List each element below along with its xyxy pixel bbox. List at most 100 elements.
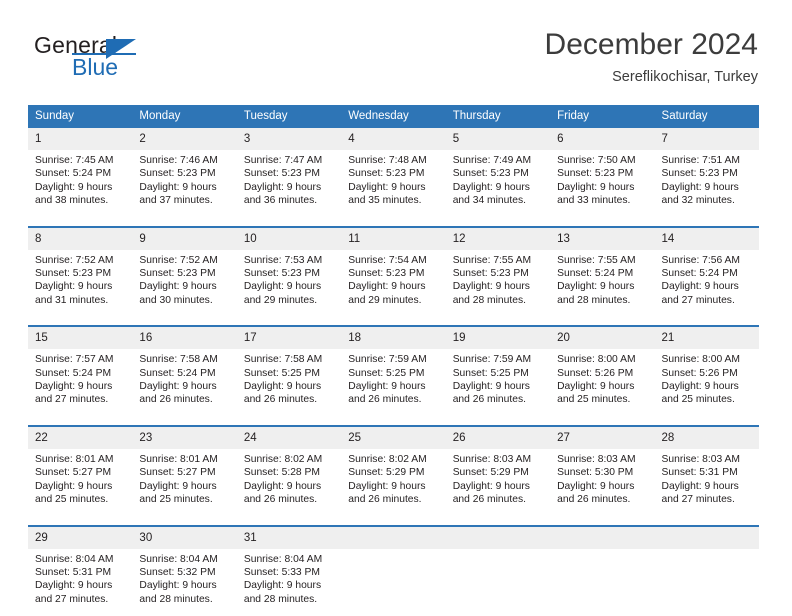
day-cell[interactable]: 6 Sunrise: 7:50 AM Sunset: 5:23 PM Dayli… <box>550 128 654 218</box>
sunrise-text: Sunrise: 7:58 AM <box>139 353 230 366</box>
daylight-text-line2: and 25 minutes. <box>139 493 230 506</box>
day-cell[interactable]: 22 Sunrise: 8:01 AM Sunset: 5:27 PM Dayl… <box>28 427 132 517</box>
day-cell[interactable]: 2 Sunrise: 7:46 AM Sunset: 5:23 PM Dayli… <box>132 128 236 218</box>
day-details: Sunrise: 7:51 AM Sunset: 5:23 PM Dayligh… <box>655 150 759 208</box>
daylight-text-line1: Daylight: 9 hours <box>662 480 753 493</box>
day-cell[interactable]: 11 Sunrise: 7:54 AM Sunset: 5:23 PM Dayl… <box>341 228 445 318</box>
day-cell[interactable]: 9 Sunrise: 7:52 AM Sunset: 5:23 PM Dayli… <box>132 228 236 318</box>
general-blue-logo[interactable]: General Blue <box>34 32 254 90</box>
day-number: 21 <box>655 327 759 349</box>
day-details: Sunrise: 7:57 AM Sunset: 5:24 PM Dayligh… <box>28 349 132 407</box>
daylight-text-line1: Daylight: 9 hours <box>453 181 544 194</box>
day-cell[interactable]: 28 Sunrise: 8:03 AM Sunset: 5:31 PM Dayl… <box>655 427 759 517</box>
week-row: 22 Sunrise: 8:01 AM Sunset: 5:27 PM Dayl… <box>28 425 759 517</box>
sunset-text: Sunset: 5:30 PM <box>557 466 648 479</box>
day-cell[interactable]: 10 Sunrise: 7:53 AM Sunset: 5:23 PM Dayl… <box>237 228 341 318</box>
day-cell[interactable]: 5 Sunrise: 7:49 AM Sunset: 5:23 PM Dayli… <box>446 128 550 218</box>
weekday-header-sunday: Sunday <box>28 105 132 128</box>
sunset-text: Sunset: 5:23 PM <box>348 167 439 180</box>
calendar-grid: Sunday Monday Tuesday Wednesday Thursday… <box>28 105 759 616</box>
day-cell[interactable]: 15 Sunrise: 7:57 AM Sunset: 5:24 PM Dayl… <box>28 327 132 417</box>
sunset-text: Sunset: 5:24 PM <box>35 367 126 380</box>
day-number: 31 <box>237 527 341 549</box>
day-cell[interactable]: 17 Sunrise: 7:58 AM Sunset: 5:25 PM Dayl… <box>237 327 341 417</box>
week-row: 29 Sunrise: 8:04 AM Sunset: 5:31 PM Dayl… <box>28 525 759 616</box>
daylight-text-line1: Daylight: 9 hours <box>139 280 230 293</box>
day-cell[interactable]: 13 Sunrise: 7:55 AM Sunset: 5:24 PM Dayl… <box>550 228 654 318</box>
week-separator <box>28 417 759 425</box>
day-cell[interactable]: 3 Sunrise: 7:47 AM Sunset: 5:23 PM Dayli… <box>237 128 341 218</box>
day-number: 10 <box>237 228 341 250</box>
daylight-text-line2: and 32 minutes. <box>662 194 753 207</box>
daylight-text-line1: Daylight: 9 hours <box>453 380 544 393</box>
daylight-text-line1: Daylight: 9 hours <box>139 480 230 493</box>
day-cell[interactable]: 23 Sunrise: 8:01 AM Sunset: 5:27 PM Dayl… <box>132 427 236 517</box>
daylight-text-line1: Daylight: 9 hours <box>557 181 648 194</box>
sunrise-text: Sunrise: 8:01 AM <box>139 453 230 466</box>
daylight-text-line2: and 26 minutes. <box>139 393 230 406</box>
day-cell[interactable]: 12 Sunrise: 7:55 AM Sunset: 5:23 PM Dayl… <box>446 228 550 318</box>
day-number: 4 <box>341 128 445 150</box>
daylight-text-line2: and 28 minutes. <box>244 593 335 606</box>
sunset-text: Sunset: 5:23 PM <box>557 167 648 180</box>
week-separator <box>28 317 759 325</box>
day-details: Sunrise: 7:56 AM Sunset: 5:24 PM Dayligh… <box>655 250 759 308</box>
weekday-header-saturday: Saturday <box>655 105 759 128</box>
day-cell[interactable]: 30 Sunrise: 8:04 AM Sunset: 5:32 PM Dayl… <box>132 527 236 616</box>
daylight-text-line2: and 38 minutes. <box>35 194 126 207</box>
daylight-text-line1: Daylight: 9 hours <box>348 480 439 493</box>
daylight-text-line2: and 30 minutes. <box>139 294 230 307</box>
daylight-text-line2: and 31 minutes. <box>35 294 126 307</box>
daylight-text-line2: and 36 minutes. <box>244 194 335 207</box>
day-details: Sunrise: 8:04 AM Sunset: 5:32 PM Dayligh… <box>132 549 236 607</box>
day-number: 2 <box>132 128 236 150</box>
day-number: 15 <box>28 327 132 349</box>
day-cell[interactable]: 25 Sunrise: 8:02 AM Sunset: 5:29 PM Dayl… <box>341 427 445 517</box>
daylight-text-line1: Daylight: 9 hours <box>244 480 335 493</box>
weekday-header-wednesday: Wednesday <box>341 105 445 128</box>
day-cell[interactable]: 27 Sunrise: 8:03 AM Sunset: 5:30 PM Dayl… <box>550 427 654 517</box>
day-cell[interactable]: 20 Sunrise: 8:00 AM Sunset: 5:26 PM Dayl… <box>550 327 654 417</box>
day-cell[interactable]: 1 Sunrise: 7:45 AM Sunset: 5:24 PM Dayli… <box>28 128 132 218</box>
weekday-header-monday: Monday <box>132 105 236 128</box>
daylight-text-line2: and 27 minutes. <box>662 493 753 506</box>
day-cell[interactable]: 16 Sunrise: 7:58 AM Sunset: 5:24 PM Dayl… <box>132 327 236 417</box>
day-cell[interactable]: 19 Sunrise: 7:59 AM Sunset: 5:25 PM Dayl… <box>446 327 550 417</box>
day-cell[interactable]: 14 Sunrise: 7:56 AM Sunset: 5:24 PM Dayl… <box>655 228 759 318</box>
day-number: 28 <box>655 427 759 449</box>
day-details: Sunrise: 8:04 AM Sunset: 5:31 PM Dayligh… <box>28 549 132 607</box>
page-title: December 2024 <box>545 28 758 62</box>
daylight-text-line1: Daylight: 9 hours <box>35 480 126 493</box>
daylight-text-line1: Daylight: 9 hours <box>244 181 335 194</box>
daylight-text-line1: Daylight: 9 hours <box>35 579 126 592</box>
day-cell[interactable]: 7 Sunrise: 7:51 AM Sunset: 5:23 PM Dayli… <box>655 128 759 218</box>
sunset-text: Sunset: 5:23 PM <box>139 167 230 180</box>
day-number: 27 <box>550 427 654 449</box>
day-number: 1 <box>28 128 132 150</box>
day-number: 26 <box>446 427 550 449</box>
day-details: Sunrise: 7:45 AM Sunset: 5:24 PM Dayligh… <box>28 150 132 208</box>
day-cell[interactable]: 24 Sunrise: 8:02 AM Sunset: 5:28 PM Dayl… <box>237 427 341 517</box>
sunrise-text: Sunrise: 8:00 AM <box>557 353 648 366</box>
day-details: Sunrise: 7:46 AM Sunset: 5:23 PM Dayligh… <box>132 150 236 208</box>
sunset-text: Sunset: 5:32 PM <box>139 566 230 579</box>
day-cell[interactable]: 29 Sunrise: 8:04 AM Sunset: 5:31 PM Dayl… <box>28 527 132 616</box>
sunset-text: Sunset: 5:25 PM <box>453 367 544 380</box>
sunrise-text: Sunrise: 7:58 AM <box>244 353 335 366</box>
day-details <box>550 549 654 607</box>
day-details: Sunrise: 8:00 AM Sunset: 5:26 PM Dayligh… <box>655 349 759 407</box>
daylight-text-line1: Daylight: 9 hours <box>139 380 230 393</box>
day-cell[interactable]: 26 Sunrise: 8:03 AM Sunset: 5:29 PM Dayl… <box>446 427 550 517</box>
day-cell[interactable]: 18 Sunrise: 7:59 AM Sunset: 5:25 PM Dayl… <box>341 327 445 417</box>
day-cell[interactable]: 8 Sunrise: 7:52 AM Sunset: 5:23 PM Dayli… <box>28 228 132 318</box>
day-details: Sunrise: 8:03 AM Sunset: 5:30 PM Dayligh… <box>550 449 654 507</box>
day-cell[interactable]: 31 Sunrise: 8:04 AM Sunset: 5:33 PM Dayl… <box>237 527 341 616</box>
day-cell[interactable]: 4 Sunrise: 7:48 AM Sunset: 5:23 PM Dayli… <box>341 128 445 218</box>
daylight-text-line2: and 28 minutes. <box>557 294 648 307</box>
sunset-text: Sunset: 5:29 PM <box>453 466 544 479</box>
day-number: 29 <box>28 527 132 549</box>
day-cell[interactable]: 21 Sunrise: 8:00 AM Sunset: 5:26 PM Dayl… <box>655 327 759 417</box>
daylight-text-line2: and 29 minutes. <box>348 294 439 307</box>
day-cell-empty <box>341 527 445 616</box>
day-details: Sunrise: 8:02 AM Sunset: 5:28 PM Dayligh… <box>237 449 341 507</box>
